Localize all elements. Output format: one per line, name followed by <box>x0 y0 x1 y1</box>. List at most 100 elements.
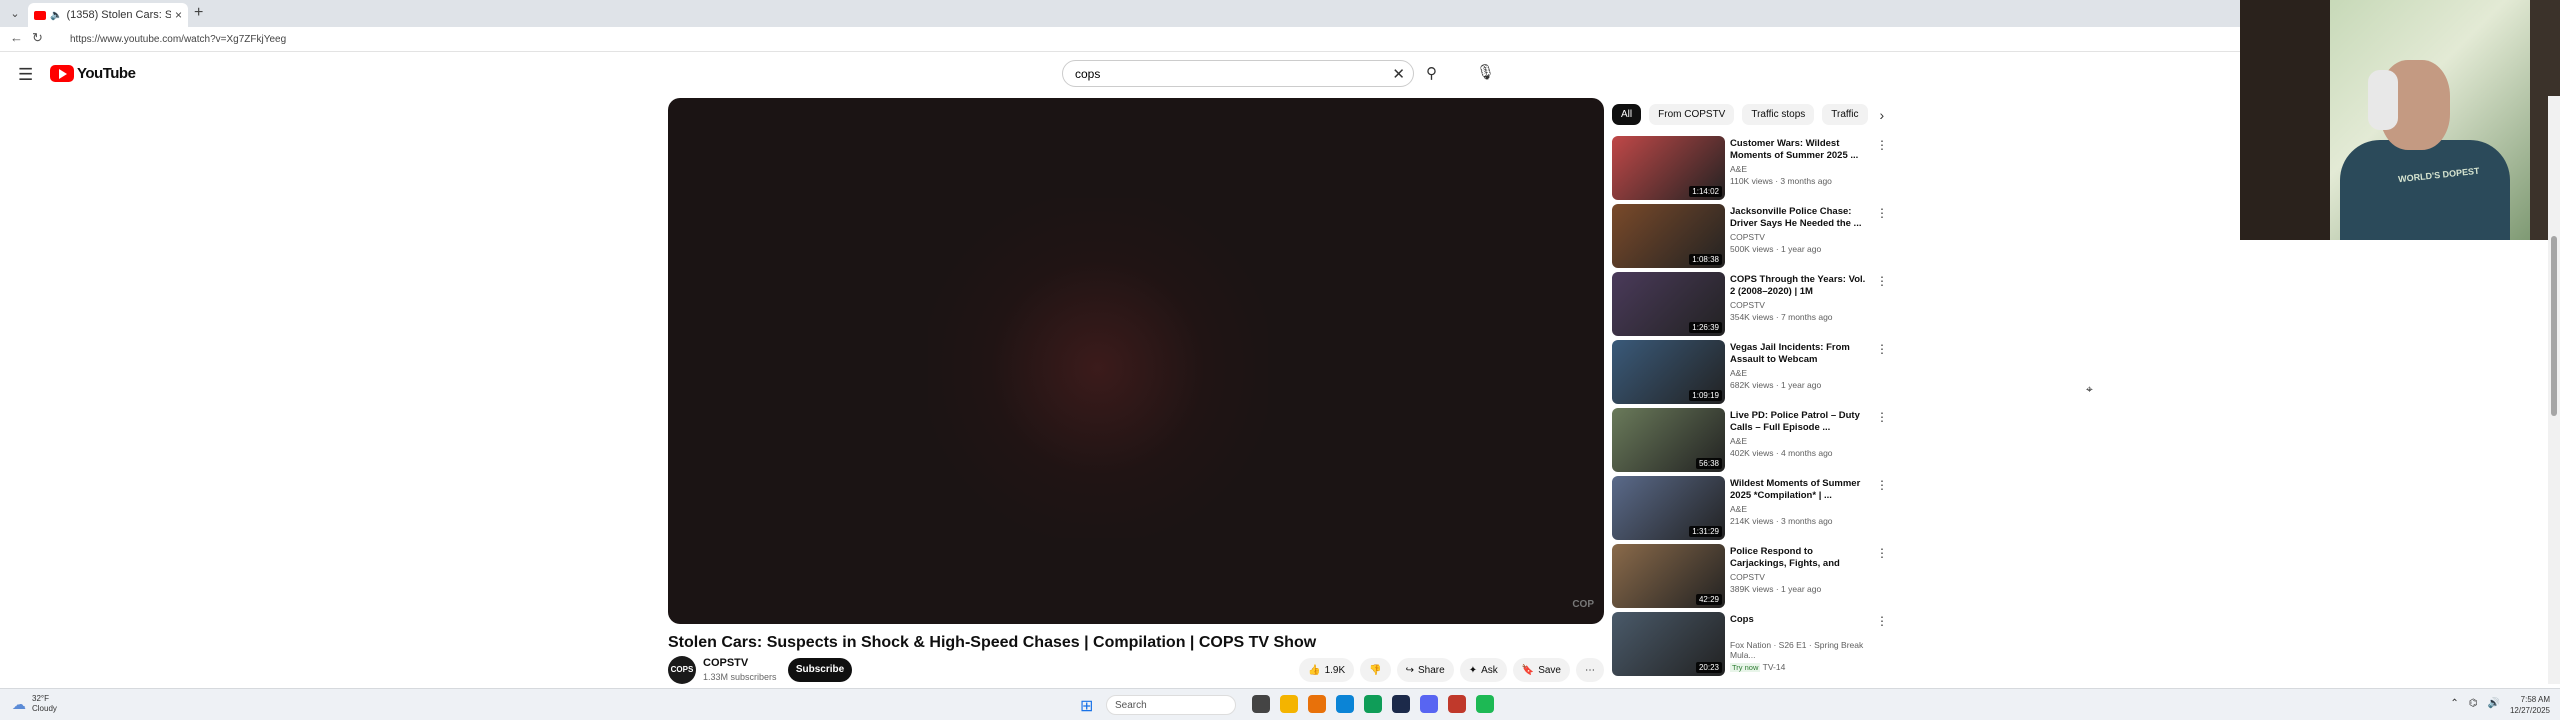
rec-channel[interactable]: A&E <box>1730 436 1870 446</box>
microphone-icon[interactable]: 🎙 <box>1476 63 1495 81</box>
task-view-icon[interactable] <box>1252 695 1270 713</box>
kebab-menu-icon[interactable]: ⋮ <box>1876 410 1888 424</box>
kebab-menu-icon[interactable]: ⋮ <box>1876 138 1888 152</box>
recommendation-item[interactable]: 1:14:02 Customer Wars: Wildest Moments of… <box>1612 136 1888 204</box>
chevron-up-icon[interactable]: ⌃ <box>2450 698 2458 709</box>
close-tab-icon[interactable]: × <box>175 8 182 22</box>
search-input[interactable] <box>1063 61 1363 86</box>
rec-badge[interactable]: Try now <box>1730 663 1761 672</box>
menu-icon[interactable]: ☰ <box>18 65 33 85</box>
windows-start-icon[interactable]: ⊞ <box>1080 696 1093 716</box>
rec-title[interactable]: Jacksonville Police Chase: Driver Says H… <box>1730 206 1870 230</box>
spotify-icon[interactable] <box>1476 695 1494 713</box>
save-button[interactable]: 🔖 Save <box>1512 658 1570 682</box>
channel-name[interactable]: COPSTV <box>703 657 748 669</box>
rec-title[interactable]: Vegas Jail Incidents: From Assault to We… <box>1730 342 1870 366</box>
video-thumbnail[interactable]: 1:26:39 <box>1612 272 1725 336</box>
video-thumbnail[interactable]: 1:08:38 <box>1612 204 1725 268</box>
video-thumbnail[interactable]: 42:29 <box>1612 544 1725 608</box>
kebab-menu-icon[interactable]: ⋮ <box>1876 342 1888 356</box>
save-label: Save <box>1538 664 1561 676</box>
scrollbar-thumb[interactable] <box>2551 236 2557 416</box>
chrome-icon[interactable] <box>1364 695 1382 713</box>
speaker-icon[interactable]: 🔈 <box>50 10 62 21</box>
dislike-button[interactable]: 👎 <box>1360 658 1391 682</box>
rec-title[interactable]: COPS Through the Years: Vol. 2 (2008–202… <box>1730 274 1870 298</box>
rec-title[interactable]: Wildest Moments of Summer 2025 *Compilat… <box>1730 478 1870 502</box>
discord-icon[interactable] <box>1420 695 1438 713</box>
kebab-menu-icon[interactable]: ⋮ <box>1876 478 1888 492</box>
taskbar-clock[interactable]: 7:58 AM 12/27/2025 <box>2510 694 2550 716</box>
rec-title[interactable]: Police Respond to Carjackings, Fights, a… <box>1730 546 1870 570</box>
video-thumbnail[interactable]: 1:14:02 <box>1612 136 1725 200</box>
obs-icon[interactable] <box>1448 695 1466 713</box>
recommendation-item[interactable]: 1:09:19 Vegas Jail Incidents: From Assaul… <box>1612 340 1888 408</box>
video-thumbnail[interactable]: 20:23 <box>1612 612 1725 676</box>
page-scrollbar[interactable] <box>2548 96 2560 684</box>
rec-channel[interactable]: A&E <box>1730 368 1870 378</box>
taskbar-apps <box>1252 695 1494 713</box>
search-icon[interactable]: ⚲ <box>1426 64 1437 82</box>
url-field[interactable]: https://www.youtube.com/watch?v=Xg7ZFkjY… <box>56 30 2236 49</box>
taskbar-search[interactable]: Search <box>1106 695 1236 715</box>
rec-channel[interactable]: Fox Nation · S26 E1 · Spring Break Mula.… <box>1730 640 1870 660</box>
more-actions-button[interactable]: ⋯ <box>1576 658 1604 682</box>
like-button[interactable]: 👍 1.9K <box>1299 658 1355 682</box>
volume-icon[interactable]: 🔊 <box>2488 698 2500 709</box>
kebab-menu-icon[interactable]: ⋮ <box>1876 206 1888 220</box>
tab-list-icon[interactable]: ⌄ <box>6 5 24 23</box>
chip-all[interactable]: All <box>1612 104 1642 125</box>
rec-channel[interactable]: COPSTV <box>1730 300 1870 310</box>
chevron-right-icon[interactable]: › <box>1880 107 1885 123</box>
browser-tab-active[interactable]: 🔈 (1358) Stolen Cars: Suspects i × <box>28 3 188 27</box>
rec-channel[interactable]: A&E <box>1730 504 1870 514</box>
kebab-menu-icon[interactable]: ⋮ <box>1876 274 1888 288</box>
firefox-icon[interactable] <box>1308 695 1326 713</box>
rec-channel[interactable]: COPSTV <box>1730 572 1870 582</box>
search-box: ✕ <box>1062 60 1414 87</box>
recommendation-item[interactable]: 42:29 Police Respond to Carjackings, Figh… <box>1612 544 1888 612</box>
filter-chips: All From COPSTV Traffic stops Traffic › <box>1612 104 1884 125</box>
reload-icon[interactable]: ↻ <box>32 30 43 46</box>
chip-traffic[interactable]: Traffic <box>1822 104 1868 125</box>
share-button[interactable]: ↪ Share <box>1396 658 1454 682</box>
rec-stats: 389K views · 1 year ago <box>1730 584 1822 594</box>
video-player[interactable]: COP <box>668 98 1604 624</box>
edge-icon[interactable] <box>1336 695 1354 713</box>
video-thumbnail[interactable]: 1:31:29 <box>1612 476 1725 540</box>
ask-button[interactable]: ✦ Ask <box>1459 658 1507 682</box>
new-tab-icon[interactable]: + <box>194 4 203 22</box>
recommendation-item[interactable]: 20:23 Cops Fox Nation · S26 E1 · Spring Br… <box>1612 612 1888 680</box>
rec-channel[interactable]: A&E <box>1730 164 1870 174</box>
recommendation-item[interactable]: 56:38 Live PD: Police Patrol – Duty Calls… <box>1612 408 1888 476</box>
back-icon[interactable]: ← <box>10 30 23 45</box>
chip-traffic-stops[interactable]: Traffic stops <box>1742 104 1815 125</box>
browser-tab-bar: ⌄ 🔈 (1358) Stolen Cars: Suspects i × + <box>0 0 2560 27</box>
duration-badge: 1:31:29 <box>1689 526 1722 537</box>
rec-channel[interactable]: COPSTV <box>1730 232 1870 242</box>
rec-title[interactable]: Cops <box>1730 614 1870 638</box>
weather-widget[interactable]: ☁ 32°F Cloudy <box>12 694 57 714</box>
rec-title[interactable]: Live PD: Police Patrol – Duty Calls – Fu… <box>1730 410 1870 434</box>
rec-title[interactable]: Customer Wars: Wildest Moments of Summer… <box>1730 138 1870 162</box>
network-icon[interactable]: ⌬ <box>2469 698 2478 709</box>
file-explorer-icon[interactable] <box>1280 695 1298 713</box>
video-title: Stolen Cars: Suspects in Shock & High-Sp… <box>668 634 1317 651</box>
kebab-menu-icon[interactable]: ⋮ <box>1876 546 1888 560</box>
recommendation-item[interactable]: 1:31:29 Wildest Moments of Summer 2025 *C… <box>1612 476 1888 544</box>
youtube-logo[interactable]: YouTube <box>50 65 136 82</box>
kebab-menu-icon[interactable]: ⋮ <box>1876 614 1888 628</box>
recommendation-item[interactable]: 1:26:39 COPS Through the Years: Vol. 2 (2… <box>1612 272 1888 340</box>
duration-badge: 1:14:02 <box>1689 186 1722 197</box>
duration-badge: 1:09:19 <box>1689 390 1722 401</box>
youtube-favicon-icon <box>34 10 46 20</box>
video-frame <box>928 198 1268 538</box>
video-thumbnail[interactable]: 56:38 <box>1612 408 1725 472</box>
recommendation-item[interactable]: 1:08:38 Jacksonville Police Chase: Driver… <box>1612 204 1888 272</box>
clear-search-icon[interactable]: ✕ <box>1392 65 1405 83</box>
terminal-icon[interactable] <box>1392 695 1410 713</box>
video-thumbnail[interactable]: 1:09:19 <box>1612 340 1725 404</box>
channel-avatar[interactable]: COPS <box>668 656 696 684</box>
subscribe-button[interactable]: Subscribe <box>788 658 852 682</box>
chip-from-copstv[interactable]: From COPSTV <box>1649 104 1735 125</box>
